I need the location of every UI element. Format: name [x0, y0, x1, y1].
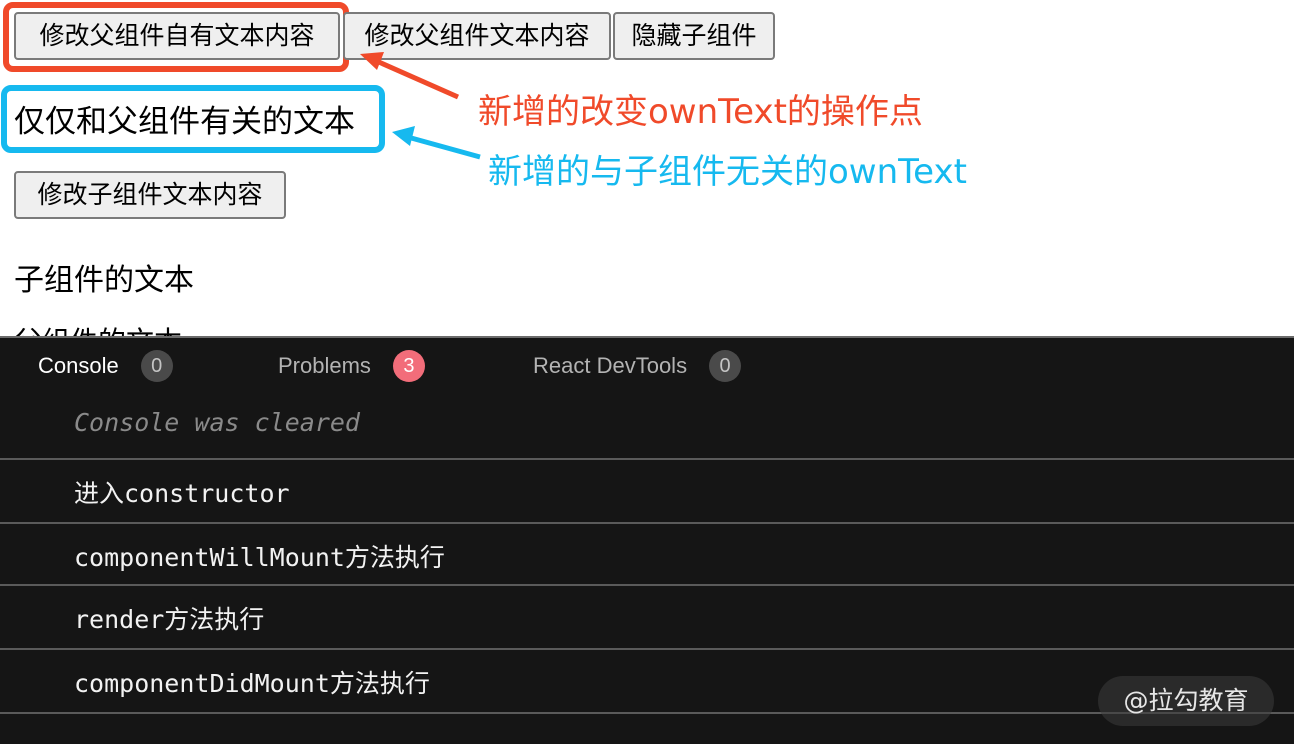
console-cleared-message: Console was cleared	[74, 408, 360, 437]
tab-console-label: Console	[38, 353, 119, 378]
watermark: @拉勾教育	[1098, 676, 1274, 726]
tab-problems[interactable]: Problems 3	[278, 350, 425, 382]
tab-react-devtools[interactable]: React DevTools 0	[533, 350, 742, 382]
console-tabs: Console 0 Problems 3 React DevTools 0	[0, 338, 1294, 394]
react-devtools-count-badge: 0	[709, 350, 742, 382]
red-arrow-icon	[370, 56, 460, 100]
log-text: render方法执行	[74, 605, 265, 634]
blue-arrowhead-icon	[392, 126, 415, 146]
app-preview: 修改父组件自有文本内容 修改父组件文本内容 隐藏子组件 仅仅和父组件有关的文本 …	[0, 0, 1294, 336]
log-row: render方法执行	[0, 584, 1294, 648]
problems-count-badge: 3	[392, 350, 425, 382]
tab-console[interactable]: Console 0	[38, 350, 173, 382]
console-panel: Console 0 Problems 3 React DevTools 0 Conso…	[0, 336, 1294, 744]
log-text: 进入constructor	[74, 479, 290, 508]
tab-problems-label: Problems	[278, 353, 371, 378]
blue-arrow-icon	[403, 133, 481, 160]
annotation-blue: 新增的与子组件无关的ownText	[488, 152, 967, 192]
annotation-red: 新增的改变ownText的操作点	[478, 92, 923, 132]
console-count-badge: 0	[140, 350, 173, 382]
tab-react-devtools-label: React DevTools	[533, 353, 688, 378]
red-arrowhead-icon	[360, 52, 384, 70]
log-row: 进入constructor	[0, 458, 1294, 522]
log-text: componentWillMount方法执行	[74, 543, 445, 572]
log-text: componentDidMount方法执行	[74, 669, 430, 698]
log-row: componentWillMount方法执行	[0, 522, 1294, 586]
log-row-empty	[0, 712, 1294, 744]
